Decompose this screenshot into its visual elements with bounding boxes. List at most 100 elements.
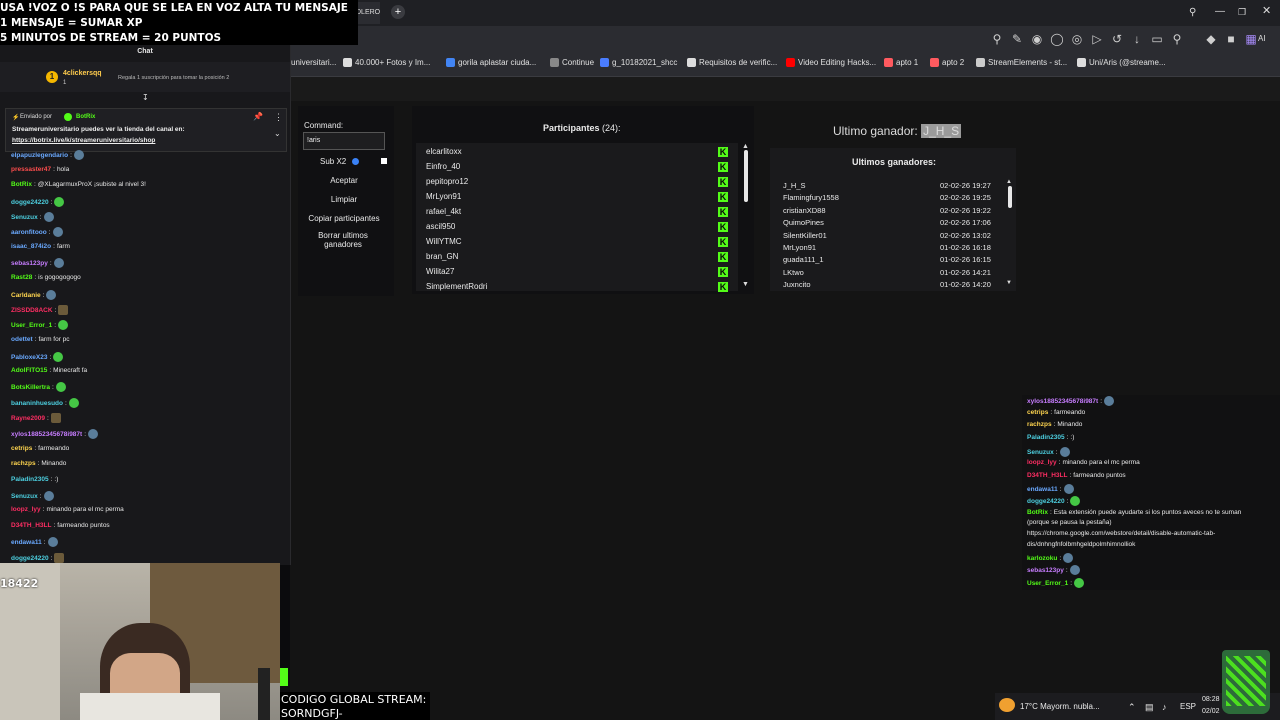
chat-username[interactable]: D34TH_H3LL — [1027, 472, 1067, 479]
bookmark-item[interactable]: apto 2 — [930, 58, 964, 67]
clock-time[interactable]: 08:28 — [1202, 696, 1220, 703]
participants-scrollbar[interactable] — [744, 150, 748, 202]
chat-username[interactable]: pressaster47 — [11, 166, 51, 173]
chat-username[interactable]: BotRix — [11, 181, 32, 188]
chat-username[interactable]: xylos18852345678i987t — [1027, 398, 1098, 405]
chat-username[interactable]: cetrips — [11, 445, 32, 452]
chat-username[interactable]: Paladin2305 — [11, 476, 49, 483]
participant-name[interactable]: ascil950 — [426, 222, 455, 231]
more-options-icon[interactable]: ⋮ — [274, 112, 283, 123]
weather-text[interactable]: 17°C Mayorm. nubla... — [1020, 702, 1100, 711]
chat-username[interactable]: Paladin2305 — [1027, 434, 1065, 441]
bookmark-item[interactable]: gorila aplastar ciuda... — [446, 58, 536, 67]
tray-chevron-icon[interactable]: ⌃ — [1128, 702, 1136, 713]
chat-username[interactable]: dogge24220 — [11, 199, 49, 206]
chat-username[interactable]: dogge24220 — [1027, 498, 1065, 505]
shield-icon[interactable]: ◎ — [1070, 32, 1084, 46]
chat-username[interactable]: BotRix — [1027, 509, 1048, 516]
minimize-icon[interactable]: — — [1215, 6, 1227, 18]
winners-scroll-down-icon[interactable]: ▼ — [1006, 280, 1012, 286]
extension-icon[interactable]: ◯ — [1050, 32, 1064, 46]
bookmark-item[interactable]: universitari... — [291, 58, 336, 67]
bookmark-item[interactable]: g_10182021_shcc — [600, 58, 677, 67]
chat-username[interactable]: PabloxeX23 — [11, 354, 48, 361]
bookmark-item[interactable]: Video Editing Hacks... — [786, 58, 876, 67]
chat-username[interactable]: cetrips — [1027, 409, 1048, 416]
chat-username[interactable]: dogge24220 — [11, 555, 49, 562]
chat-username[interactable]: elpapuzlegendario — [11, 152, 68, 159]
chat-username[interactable]: sebas123py — [11, 260, 48, 267]
chat-username[interactable]: xylos18852345678i987t — [11, 431, 82, 438]
bookmark-item[interactable]: apto 1 — [884, 58, 918, 67]
search-tabs-icon[interactable]: ⚲ — [1189, 7, 1201, 19]
ai-button[interactable]: AI — [1258, 34, 1266, 43]
chat-username[interactable]: ZISSDD8ACK — [11, 307, 53, 314]
participant-name[interactable]: elcarlitoxx — [426, 147, 462, 156]
clear-button[interactable]: Limpiar — [300, 195, 388, 204]
participant-name[interactable]: pepitopro12 — [426, 177, 468, 186]
lock-icon[interactable]: ⚲ — [1170, 32, 1184, 46]
sub-x2-checkbox[interactable] — [381, 158, 387, 164]
scroll-down-icon[interactable]: ▼ — [742, 281, 749, 288]
play-icon[interactable]: ▷ — [1090, 32, 1104, 46]
participant-name[interactable]: WillYTMC — [426, 237, 462, 246]
clock-date[interactable]: 02/02 — [1202, 708, 1220, 715]
pinned-link[interactable]: https://botrix.live/k/streameruniversita… — [12, 137, 155, 144]
chat-username[interactable]: aaronfitooo — [11, 229, 47, 236]
participant-name[interactable]: Wilita27 — [426, 267, 454, 276]
chat-username[interactable]: User_Error_1 — [11, 322, 52, 329]
camera-icon[interactable]: ◉ — [1030, 32, 1044, 46]
chat-username[interactable]: rachzps — [1027, 421, 1052, 428]
expand-chevron-icon[interactable]: ⌄ — [274, 129, 281, 138]
participant-name[interactable]: bran_GN — [426, 252, 458, 261]
network-icon[interactable]: ▤ — [1145, 702, 1154, 713]
chat-username[interactable]: loopz_lyy — [11, 506, 41, 513]
accept-button[interactable]: Aceptar — [300, 176, 388, 185]
participant-name[interactable]: SimplementRodri — [426, 282, 487, 291]
scroll-up-icon[interactable]: ▲ — [742, 143, 749, 150]
volume-icon[interactable]: ♪ — [1162, 702, 1167, 712]
winners-scrollbar[interactable] — [1008, 186, 1012, 208]
language-indicator[interactable]: ESP — [1180, 702, 1196, 711]
bookmark-item[interactable]: Uni/Aris (@streame... — [1077, 58, 1166, 67]
winners-scroll-up-icon[interactable]: ▲ — [1006, 179, 1012, 185]
copy-participants-button[interactable]: Copiar participantes — [300, 214, 388, 223]
chat-username[interactable]: User_Error_1 — [1027, 580, 1068, 587]
chat-username[interactable]: D34TH_H3LL — [11, 522, 51, 529]
chat-username[interactable]: endawa11 — [11, 539, 42, 546]
chat-username[interactable]: Senuzux — [1027, 449, 1054, 456]
bookmark-item[interactable]: Requisitos de verific... — [687, 58, 777, 67]
chat-username[interactable]: bananinhuesudo — [11, 400, 63, 407]
bookmark-item[interactable]: StreamElements - st... — [976, 58, 1067, 67]
command-input[interactable]: !aris — [303, 132, 385, 150]
chat-username[interactable]: Carldanie — [11, 292, 41, 299]
close-window-icon[interactable]: ✕ — [1262, 5, 1274, 17]
chat-username[interactable]: karlozoku — [1027, 555, 1057, 562]
chat-username[interactable]: odettet — [11, 336, 33, 343]
bookmark-item[interactable]: Continue — [550, 58, 594, 67]
chat-username[interactable]: isaac_874i2o — [11, 243, 51, 250]
weather-icon[interactable] — [999, 698, 1015, 712]
chat-username[interactable]: AdolFITO15 — [11, 367, 47, 374]
chat-username[interactable]: Rayne2009 — [11, 415, 45, 422]
chat-username[interactable]: rachzps — [11, 460, 36, 467]
download-icon[interactable]: ↓ — [1130, 32, 1144, 46]
chat-username[interactable]: Rast28 — [11, 274, 32, 281]
bookmark-item[interactable]: 40.000+ Fotos y Im... — [343, 58, 430, 67]
participants-list[interactable] — [416, 143, 738, 291]
chat-username[interactable]: loopz_lyy — [1027, 459, 1057, 466]
history-icon[interactable]: ↺ — [1110, 32, 1124, 46]
participant-name[interactable]: Einfro_40 — [426, 162, 460, 171]
chat-username[interactable]: BotsKillertra — [11, 384, 50, 391]
screenshot-icon[interactable]: ▭ — [1150, 32, 1164, 46]
chat-username[interactable]: Senuzux — [11, 214, 38, 221]
chat-username[interactable]: endawa11 — [1027, 486, 1058, 493]
search-icon[interactable]: ⚲ — [990, 32, 1004, 46]
chat-username[interactable]: sebas123py — [1027, 567, 1064, 574]
diamond-icon[interactable]: ◆ — [1204, 32, 1218, 46]
restore-icon[interactable]: ❐ — [1238, 6, 1250, 18]
chat-username[interactable]: Senuzux — [11, 493, 38, 500]
puzzle-icon[interactable]: ■ — [1224, 32, 1238, 46]
scroll-down-arrow-icon[interactable]: ↧ — [142, 94, 150, 102]
new-tab-button[interactable]: + — [391, 5, 405, 19]
